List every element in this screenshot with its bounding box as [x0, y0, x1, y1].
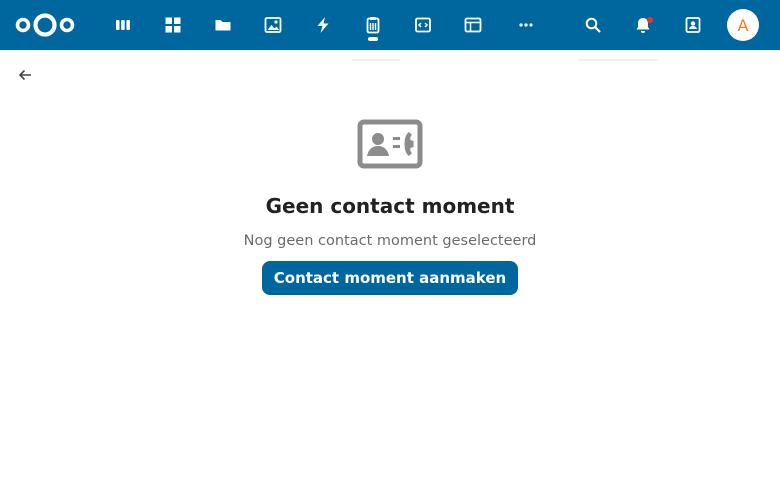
image-icon[interactable] [251, 0, 295, 50]
apps-grid-icon[interactable] [151, 0, 195, 50]
notification-badge [647, 17, 653, 23]
user-avatar[interactable]: A [727, 9, 759, 41]
back-button[interactable] [12, 63, 38, 87]
divider [352, 59, 400, 61]
empty-state-title: Geen contact moment [265, 194, 515, 218]
activity-lightning-icon[interactable] [301, 0, 345, 50]
contacts-icon[interactable] [673, 0, 713, 50]
empty-state-description: Nog geen contact moment geselecteerd [243, 233, 537, 249]
dashboard-columns-icon[interactable] [101, 0, 145, 50]
arrow-left-icon [18, 69, 31, 81]
table-icon[interactable] [451, 0, 495, 50]
divider [578, 59, 658, 61]
more-dots-icon[interactable] [504, 0, 548, 50]
bell-icon[interactable] [623, 0, 663, 50]
avatar-initial: A [737, 15, 749, 35]
search-icon[interactable] [573, 0, 613, 50]
code-window-icon[interactable] [401, 0, 445, 50]
contact-card-icon [357, 119, 423, 169]
nextcloud-logo[interactable] [14, 11, 76, 39]
active-app-indicator [368, 37, 378, 41]
create-contact-moment-button[interactable]: Contact moment aanmaken [262, 261, 518, 295]
folder-icon[interactable] [201, 0, 245, 50]
top-navigation-bar: A [0, 0, 780, 50]
clipboard-list-icon[interactable] [351, 0, 395, 50]
